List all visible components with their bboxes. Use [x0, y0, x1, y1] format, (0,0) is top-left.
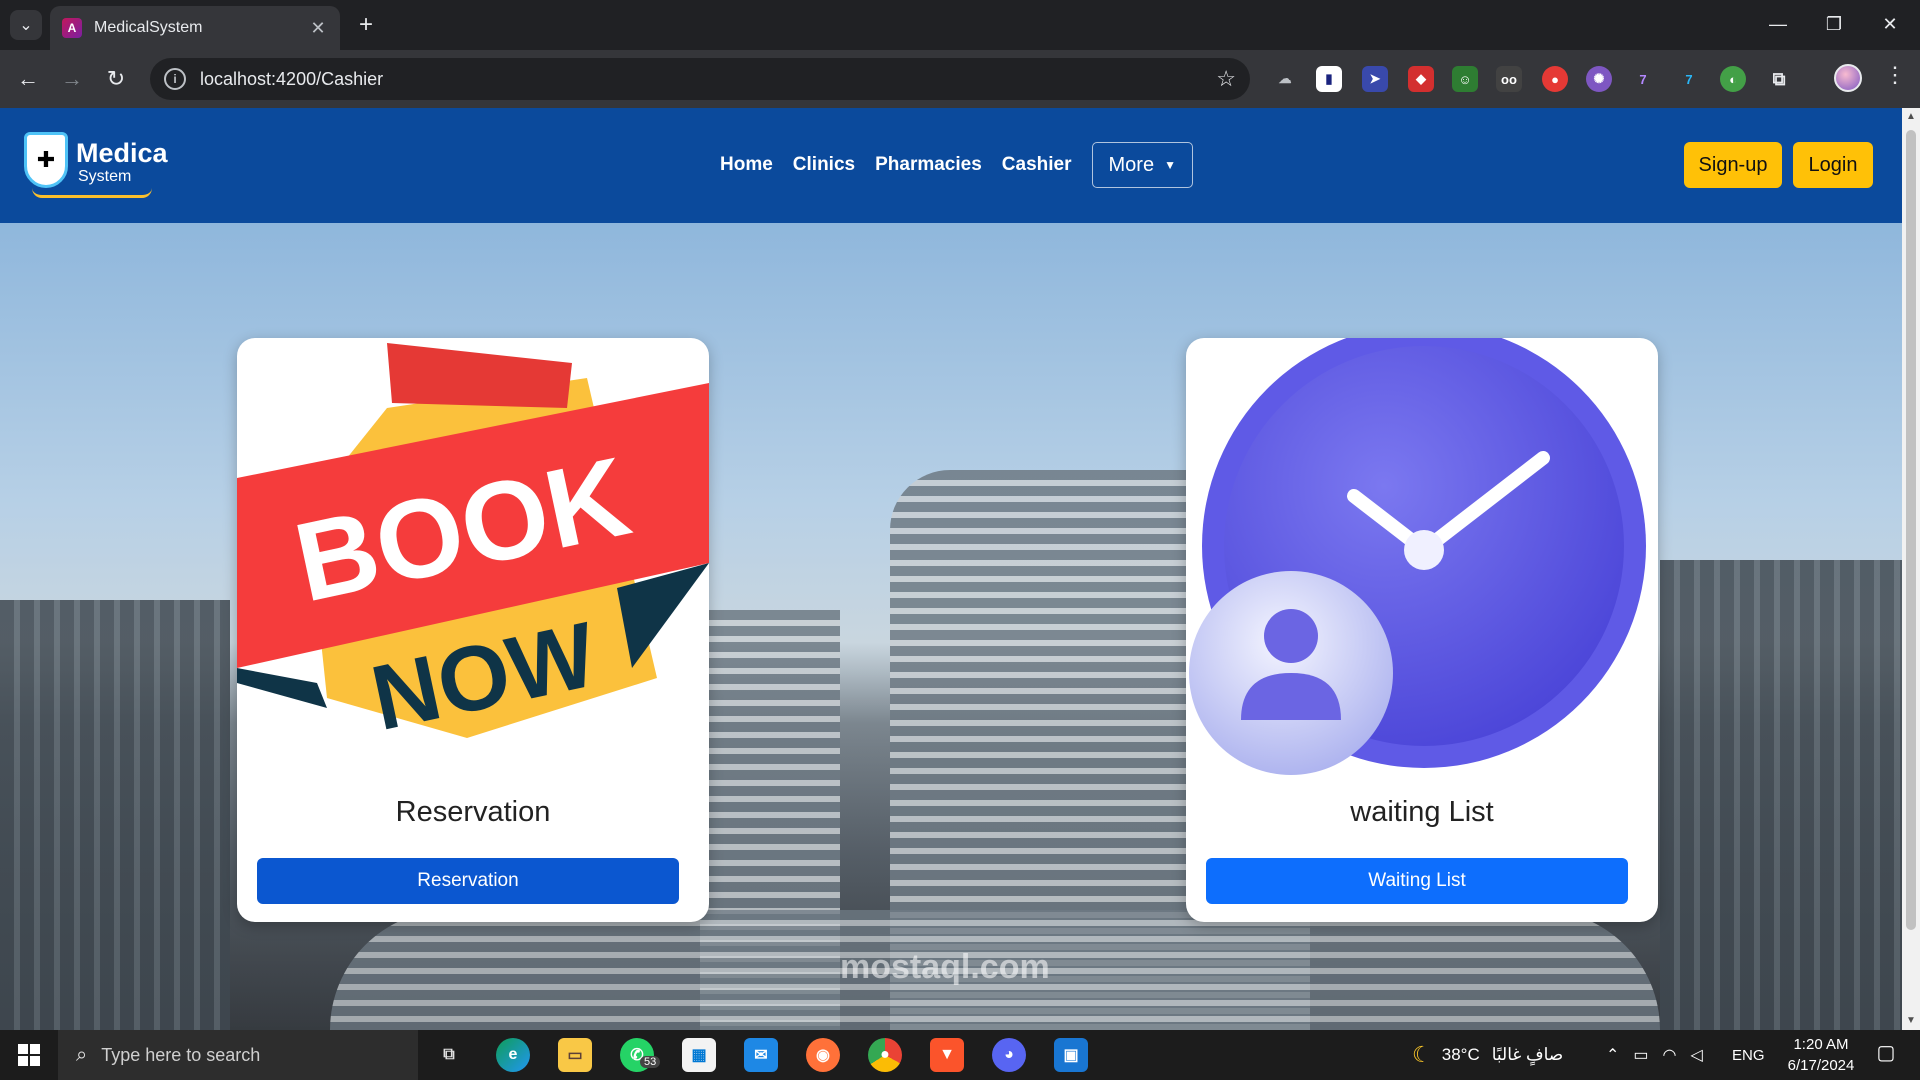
whatsapp-badge: 53 — [640, 1056, 661, 1068]
weather-widget[interactable]: ☾ 38°C صافٍ غالبًا — [1412, 1030, 1563, 1080]
nav-link-clinics[interactable]: Clinics — [793, 142, 855, 188]
nav-link-home[interactable]: Home — [720, 142, 773, 188]
nav-link-cashier[interactable]: Cashier — [1002, 142, 1072, 188]
more-dropdown-button[interactable]: More ▼ — [1091, 142, 1193, 188]
search-icon: ⌕ — [76, 1043, 88, 1066]
windows-taskbar: ⌕ Type here to search ⧉ e ▭ ✆ 53 ▦ ✉ ◉ ●… — [0, 1030, 1920, 1080]
weather-moon-icon: ☾ — [1412, 1042, 1432, 1067]
chevron-down-icon: ⌄ — [19, 17, 33, 34]
close-tab-icon[interactable]: ✕ — [308, 18, 328, 39]
logo-text-sub: System — [78, 168, 132, 185]
weather-temperature: 38°C — [1441, 1045, 1480, 1064]
extension-7-icon[interactable]: 7 — [1630, 66, 1656, 92]
extension-brain-icon[interactable]: ✺ — [1586, 66, 1612, 92]
extensions-puzzle-icon[interactable]: ⧉ — [1766, 66, 1792, 92]
task-view-icon[interactable]: ⧉ — [432, 1038, 466, 1072]
reservation-button[interactable]: Reservation — [257, 858, 679, 904]
edge-browser-icon[interactable]: e — [496, 1038, 530, 1072]
extension-cloud-icon[interactable]: ☁ — [1272, 66, 1298, 92]
login-button[interactable]: Login — [1793, 142, 1873, 188]
building-left — [0, 600, 230, 1030]
bookmark-star-icon[interactable]: ☆ — [1216, 66, 1236, 92]
nav-links: Home Clinics Pharmacies Cashier More ▼ — [720, 142, 1193, 188]
taskbar-search-placeholder: Type here to search — [101, 1044, 261, 1065]
tab-search-button[interactable]: ⌄ — [10, 10, 42, 40]
reservation-card: BOOK NOW Reservation Reservation — [237, 338, 709, 922]
minimize-button[interactable]: — — [1750, 8, 1806, 40]
app-window-icon[interactable]: ▣ — [1054, 1038, 1088, 1072]
browser-tab-active[interactable]: A MedicalSystem ✕ — [50, 6, 340, 50]
reservation-card-title: Reservation — [395, 796, 551, 828]
page-viewport: ✚ Medica System Home Clinics Pharmacies … — [0, 108, 1902, 1030]
chrome-icon[interactable]: ● — [868, 1038, 902, 1072]
firefox-icon[interactable]: ◉ — [806, 1038, 840, 1072]
battery-icon[interactable]: ▭ — [1633, 1045, 1648, 1065]
windows-logo-icon — [18, 1044, 40, 1066]
site-logo[interactable]: ✚ Medica System — [24, 132, 168, 200]
scroll-up-arrow-icon[interactable]: ▲ — [1902, 108, 1920, 126]
address-url[interactable]: localhost:4200/Cashier — [200, 69, 1216, 90]
waiting-list-card-title: waiting List — [1350, 796, 1494, 828]
nav-link-pharmacies[interactable]: Pharmacies — [875, 142, 982, 188]
waiting-clock-illustration — [1189, 338, 1646, 775]
extension-robot-icon[interactable]: ☺ — [1452, 66, 1478, 92]
app-favicon-icon: A — [62, 18, 82, 38]
clock-time: 1:20 AM — [1793, 1036, 1849, 1053]
extension-glasses-icon[interactable]: oo — [1496, 66, 1522, 92]
weather-description: صافٍ غالبًا — [1491, 1045, 1564, 1064]
site-info-icon[interactable]: i — [164, 68, 186, 90]
tray-icons: ⌃ ▭ ◠ ◁ — [1606, 1030, 1703, 1080]
file-explorer-icon[interactable]: ▭ — [558, 1038, 592, 1072]
tab-title: MedicalSystem — [94, 19, 203, 36]
waiting-list-button[interactable]: Waiting List — [1206, 858, 1628, 904]
volume-icon[interactable]: ◁ — [1691, 1045, 1703, 1065]
start-button[interactable] — [0, 1030, 58, 1080]
show-hidden-icons-icon[interactable]: ⌃ — [1606, 1045, 1619, 1065]
signup-button[interactable]: Sign-up — [1684, 142, 1782, 188]
clock-date: 6/17/2024 — [1787, 1057, 1855, 1074]
extension-circle-icon[interactable]: ● — [1542, 66, 1568, 92]
scroll-down-arrow-icon[interactable]: ▼ — [1902, 1012, 1920, 1030]
book-now-illustration: BOOK NOW — [237, 343, 709, 750]
close-window-button[interactable]: ✕ — [1862, 8, 1918, 40]
new-tab-button[interactable]: + — [352, 12, 380, 40]
restore-button[interactable]: ❐ — [1806, 8, 1862, 40]
site-navbar: ✚ Medica System Home Clinics Pharmacies … — [0, 108, 1902, 223]
building-right — [1660, 560, 1902, 1030]
mail-icon[interactable]: ✉ — [744, 1038, 778, 1072]
reload-button[interactable]: ↻ — [100, 63, 132, 95]
extension-cursor-icon[interactable]: ➤ — [1362, 66, 1388, 92]
browser-tabstrip: ⌄ A MedicalSystem ✕ + — ❐ ✕ — [0, 0, 1920, 50]
mostaql-watermark: mostaql.com — [840, 948, 1050, 986]
more-label: More — [1108, 153, 1155, 176]
discord-icon[interactable]: ◕ — [992, 1038, 1026, 1072]
waiting-list-card: waiting List Waiting List — [1186, 338, 1658, 922]
extension-chart-icon[interactable]: ▮ — [1316, 66, 1342, 92]
microsoft-store-icon[interactable]: ▦ — [682, 1038, 716, 1072]
scrollbar-thumb[interactable] — [1906, 130, 1916, 930]
taskbar-clock[interactable]: 1:20 AM 6/17/2024 — [1766, 1034, 1876, 1076]
browser-menu-icon[interactable]: ⋮ — [1880, 62, 1910, 88]
logo-swoosh — [32, 188, 152, 198]
language-indicator[interactable]: ENG — [1732, 1030, 1765, 1080]
caret-down-icon: ▼ — [1164, 158, 1176, 172]
taskbar-search-box[interactable]: ⌕ Type here to search — [58, 1030, 418, 1080]
logo-shield-icon: ✚ — [24, 132, 68, 188]
logo-text-main: Medica — [76, 138, 168, 168]
profile-avatar[interactable] — [1834, 64, 1862, 92]
brave-icon[interactable]: ▼ — [930, 1038, 964, 1072]
extension-globe-icon[interactable]: ◐ — [1720, 66, 1746, 92]
page-scrollbar[interactable]: ▲ ▼ — [1902, 108, 1920, 1030]
forward-button[interactable]: → — [56, 63, 88, 95]
address-bar[interactable]: i localhost:4200/Cashier ☆ — [150, 58, 1250, 100]
back-button[interactable]: ← — [12, 63, 44, 95]
wifi-icon[interactable]: ◠ — [1663, 1045, 1677, 1065]
browser-toolbar: ← → ↻ i localhost:4200/Cashier ☆ ☁ ▮ ➤ ◆… — [0, 50, 1920, 108]
extension-7b-icon[interactable]: 7 — [1676, 66, 1702, 92]
extension-shield-icon[interactable]: ◆ — [1408, 66, 1434, 92]
notifications-icon[interactable]: ▢ — [1866, 1040, 1906, 1070]
